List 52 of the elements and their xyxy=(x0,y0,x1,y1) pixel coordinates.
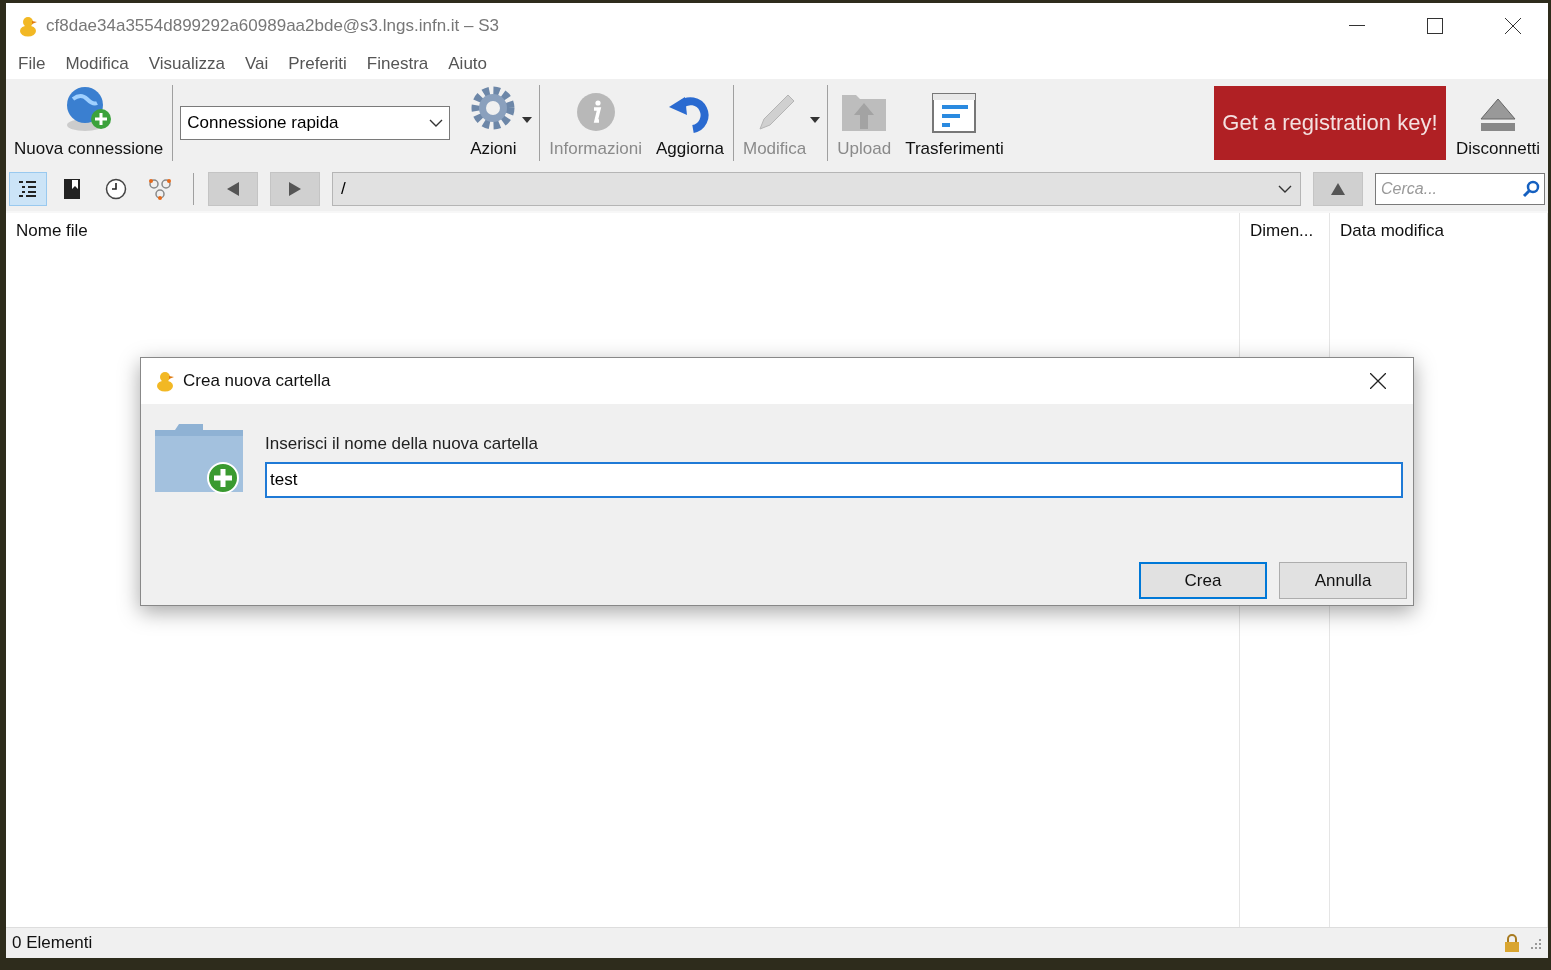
toolbar-button[interactable]: Azioni xyxy=(464,79,535,167)
up-triangle-icon xyxy=(1331,183,1345,195)
right-triangle-icon xyxy=(289,182,301,196)
bookmark-icon xyxy=(63,178,81,200)
toolbar-button[interactable]: Nuova connessione xyxy=(10,79,168,167)
registration-button[interactable]: Get a registration key! xyxy=(1213,86,1446,160)
column-header[interactable]: Nome file xyxy=(6,213,1240,251)
left-triangle-icon xyxy=(227,182,239,196)
up-button[interactable] xyxy=(1313,172,1363,206)
duck-icon xyxy=(18,15,38,37)
close-icon xyxy=(1505,18,1521,34)
network-icon xyxy=(148,178,172,200)
toolbar-button[interactable]: Aggiorna xyxy=(651,79,728,167)
minimize-icon xyxy=(1349,25,1365,27)
column-header[interactable]: Dimen... xyxy=(1240,213,1330,251)
search-icon xyxy=(1522,180,1540,198)
outline-view-icon xyxy=(18,180,38,198)
search-field[interactable]: Cerca... xyxy=(1375,173,1545,205)
menu-item[interactable]: File xyxy=(8,54,56,74)
window-title: cf8dae34a3554d899292a60989aa2bde@s3.lngs.infn.it – S3 xyxy=(46,16,501,36)
back-button[interactable] xyxy=(208,172,258,206)
column-header[interactable]: Data modifica xyxy=(1330,213,1548,251)
menu-item[interactable]: Preferiti xyxy=(278,54,357,74)
list-window-icon xyxy=(932,93,977,133)
caret-icon xyxy=(522,117,533,123)
menu-item[interactable]: Modifica xyxy=(55,54,139,74)
info-icon xyxy=(574,91,617,133)
toolbar-button[interactable]: Trasferimenti xyxy=(901,79,1008,167)
close-icon xyxy=(1370,373,1386,389)
status-text: 0 Elementi xyxy=(12,933,94,953)
resize-grip-icon xyxy=(1528,936,1542,950)
menu-item[interactable]: Finestra xyxy=(356,54,439,74)
quick-connect-combo[interactable]: Connessione rapida xyxy=(180,106,451,140)
forward-button[interactable] xyxy=(270,172,320,206)
menu-item[interactable]: Aiuto xyxy=(438,54,497,74)
menu-item[interactable]: Vai xyxy=(234,54,279,74)
menu-item[interactable]: Visualizza xyxy=(138,54,235,74)
clock-icon xyxy=(105,178,127,200)
dialog-button[interactable]: Annulla xyxy=(1279,562,1407,599)
toolbar-button[interactable]: Disconnetti xyxy=(1451,79,1544,167)
caret-icon xyxy=(810,117,821,123)
dialog-title: Crea nuova cartella xyxy=(183,371,332,391)
lock-icon xyxy=(1504,934,1520,952)
duck-icon xyxy=(155,370,175,392)
dialog-button[interactable]: Crea xyxy=(1139,562,1267,599)
chevron-down-icon xyxy=(429,119,444,127)
path-combo[interactable]: / xyxy=(332,172,1301,206)
view-toggle[interactable] xyxy=(9,172,47,206)
maximize-icon xyxy=(1427,18,1443,34)
folder-name-input[interactable]: test xyxy=(265,462,1403,498)
chevron-down-icon xyxy=(1278,185,1292,193)
dialog-prompt: Inserisci il nome della nuova cartella xyxy=(265,434,540,454)
